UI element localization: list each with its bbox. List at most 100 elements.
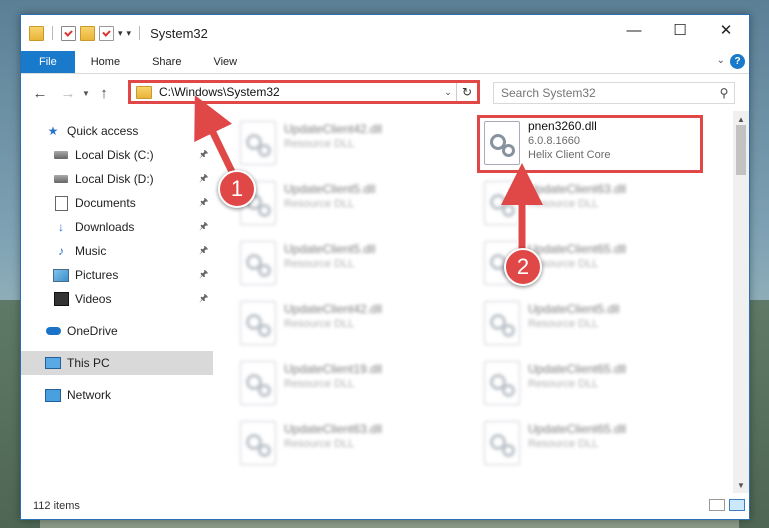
scroll-down-icon[interactable]: ▼	[733, 477, 749, 493]
dll-file-icon	[240, 301, 276, 345]
pin-icon[interactable]: 🖈	[199, 195, 208, 212]
refresh-icon[interactable]: ↻	[456, 83, 477, 101]
customize-toolbar-icon[interactable]: ▾	[127, 28, 132, 39]
chevron-down-icon[interactable]: ⌄	[440, 87, 456, 98]
expand-ribbon-icon[interactable]: ⌄	[717, 55, 725, 66]
sidebar-item-label: Pictures	[75, 268, 119, 282]
divider	[139, 26, 141, 40]
sidebar-item-music[interactable]: ♪ Music 🖈	[21, 239, 245, 263]
search-icon[interactable]: ⚲	[714, 86, 734, 100]
file-type: Resource DLL	[528, 318, 599, 330]
search-box[interactable]: ⚲	[493, 82, 735, 104]
file-name: UpdateClient65.dll	[528, 242, 627, 256]
ribbon-tabs: File Home Share View ⌄ ?	[21, 51, 749, 74]
dll-file-icon	[484, 181, 520, 225]
item-count: 112 items	[33, 500, 80, 512]
downloads-icon: ↓	[58, 220, 64, 234]
file-name: UpdateClient63.dll	[284, 422, 383, 436]
sidebar-item-label: Local Disk (D:)	[75, 172, 154, 186]
sidebar-item-label: Local Disk (C:)	[75, 148, 154, 162]
minimize-button[interactable]: —	[611, 15, 657, 45]
folder-icon[interactable]	[29, 25, 44, 41]
sidebar-item-this-pc[interactable]: This PC	[21, 351, 213, 375]
address-bar[interactable]: C:\Windows\System32 ⌄ ↻	[128, 80, 480, 104]
view-toggle	[709, 499, 745, 511]
this-pc-icon	[45, 357, 61, 370]
sidebar-item-label: Documents	[75, 196, 136, 210]
navigation-bar: ← → ▼ ↑ C:\Windows\System32 ⌄ ↻ ⚲	[21, 74, 749, 112]
file-type: Resource DLL	[284, 378, 355, 390]
file-item[interactable]: UpdateClient5.dll Resource DLL	[478, 297, 714, 353]
sidebar-item-label: Quick access	[67, 124, 139, 138]
recent-locations-icon[interactable]: ▼	[79, 89, 93, 98]
file-item[interactable]: UpdateClient42.dll Resource DLL	[234, 117, 470, 173]
address-path[interactable]: C:\Windows\System32	[159, 85, 440, 99]
properties-icon[interactable]	[61, 25, 76, 41]
close-button[interactable]: ✕	[703, 15, 749, 45]
sidebar-item-onedrive[interactable]: OneDrive	[21, 319, 237, 343]
pin-icon[interactable]: 🖈	[199, 147, 208, 164]
documents-icon	[53, 195, 69, 211]
tab-home[interactable]: Home	[75, 51, 136, 73]
maximize-button[interactable]: ☐	[657, 15, 703, 45]
dll-file-icon	[240, 421, 276, 465]
file-type: Resource DLL	[284, 138, 355, 150]
quick-access-toolbar: ▾ ▾	[21, 15, 144, 51]
folder-icon	[136, 85, 152, 99]
sidebar-item-local-disk-c[interactable]: Local Disk (C:) 🖈	[21, 143, 245, 167]
network-icon	[45, 388, 61, 402]
search-input[interactable]	[494, 85, 714, 101]
file-item[interactable]: UpdateClient65.dll Resource DLL	[478, 417, 714, 473]
navigation-pane: ★ Quick access Local Disk (C:) 🖈 Local D…	[21, 111, 213, 493]
pin-icon[interactable]: 🖈	[199, 219, 208, 236]
sidebar-item-pictures[interactable]: Pictures 🖈	[21, 263, 245, 287]
forward-arrow-icon[interactable]: →	[57, 82, 79, 104]
details-view-icon[interactable]	[709, 499, 725, 511]
file-name: UpdateClient42.dll	[284, 122, 383, 136]
file-highlight-box	[477, 115, 703, 173]
file-item[interactable]: UpdateClient5.dll Resource DLL	[234, 177, 470, 233]
file-item[interactable]: UpdateClient63.dll Resource DLL	[478, 177, 714, 233]
sidebar-item-label: Videos	[75, 292, 112, 306]
file-item[interactable]: UpdateClient65.dll Resource DLL	[478, 357, 714, 413]
file-type: Resource DLL	[528, 258, 599, 270]
help-icon[interactable]: ?	[730, 54, 745, 69]
sidebar-item-downloads[interactable]: ↓ Downloads 🖈	[21, 215, 245, 239]
scrollbar-thumb[interactable]	[736, 125, 746, 175]
sidebar-item-network[interactable]: Network	[21, 383, 237, 407]
pin-icon[interactable]: 🖈	[199, 243, 208, 260]
sidebar-item-local-disk-d[interactable]: Local Disk (D:) 🖈	[21, 167, 245, 191]
file-type: Resource DLL	[528, 378, 599, 390]
tab-file[interactable]: File	[21, 51, 75, 73]
explorer-window: ▾ ▾ System32 — ☐ ✕ File Home Share View …	[20, 14, 750, 520]
file-type: Resource DLL	[284, 198, 355, 210]
sidebar-item-videos[interactable]: Videos 🖈	[21, 287, 245, 311]
up-arrow-icon[interactable]: ↑	[93, 82, 115, 104]
tab-view[interactable]: View	[197, 51, 253, 73]
star-icon: ★	[47, 124, 59, 138]
back-arrow-icon[interactable]: ←	[29, 82, 51, 104]
tab-share[interactable]: Share	[136, 51, 197, 73]
file-item[interactable]: UpdateClient5.dll Resource DLL	[234, 237, 470, 293]
window-controls: — ☐ ✕	[611, 15, 749, 45]
large-icons-view-icon[interactable]	[729, 499, 745, 511]
file-item[interactable]: UpdateClient42.dll Resource DLL	[234, 297, 470, 353]
pin-icon[interactable]: 🖈	[199, 171, 208, 188]
file-type: Resource DLL	[284, 438, 355, 450]
dll-file-icon	[240, 241, 276, 285]
sidebar-item-quick-access[interactable]: ★ Quick access	[21, 119, 237, 143]
file-name: UpdateClient5.dll	[284, 182, 376, 196]
onedrive-icon	[45, 325, 61, 338]
file-name: UpdateClient19.dll	[284, 362, 383, 376]
vertical-scrollbar[interactable]: ▲ ▼	[733, 111, 749, 493]
chevron-down-icon[interactable]: ▾	[118, 28, 123, 39]
title-bar: ▾ ▾ System32 — ☐ ✕	[21, 15, 749, 51]
pin-icon[interactable]: 🖈	[199, 267, 208, 284]
customize-icon[interactable]	[99, 25, 114, 41]
sidebar-item-documents[interactable]: Documents 🖈	[21, 191, 245, 215]
new-folder-icon[interactable]	[80, 25, 95, 41]
pictures-icon	[53, 268, 69, 282]
pin-icon[interactable]: 🖈	[199, 291, 208, 308]
file-item[interactable]: UpdateClient19.dll Resource DLL	[234, 357, 470, 413]
file-item[interactable]: UpdateClient63.dll Resource DLL	[234, 417, 470, 473]
